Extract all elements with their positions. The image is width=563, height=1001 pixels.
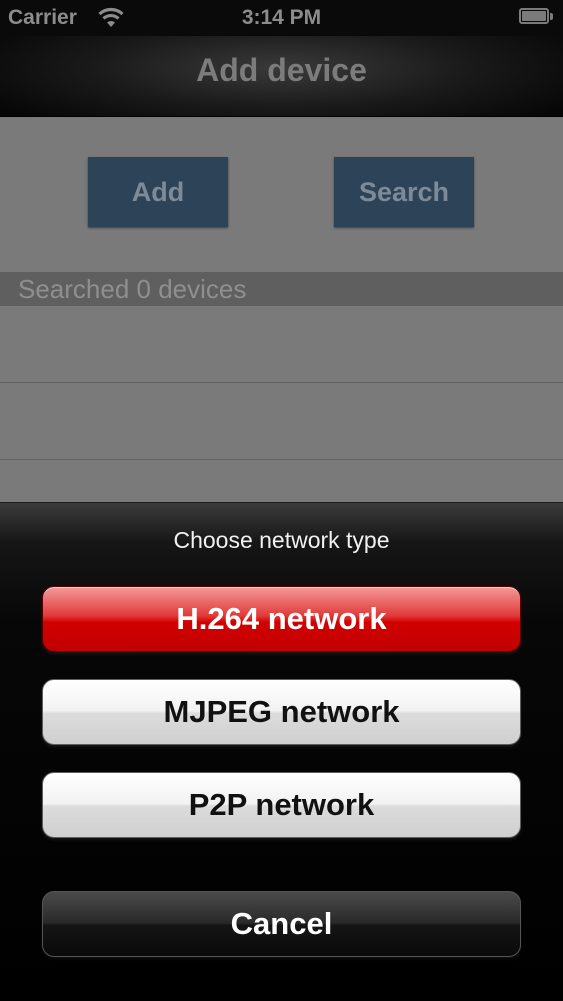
action-sheet-title: Choose network type <box>173 527 390 553</box>
h264-network-button[interactable]: H.264 network <box>42 586 521 652</box>
network-type-action-sheet: Choose network type H.264 network MJPEG … <box>0 502 563 1001</box>
search-button[interactable]: Search <box>334 157 474 227</box>
mjpeg-network-button[interactable]: MJPEG network <box>42 679 521 745</box>
p2p-network-button[interactable]: P2P network <box>42 772 521 838</box>
navigation-bar: Add device <box>0 36 563 117</box>
list-row <box>0 306 563 383</box>
page-title: Add device <box>196 52 367 88</box>
add-button[interactable]: Add <box>88 157 228 227</box>
main-content: Add Search Searched 0 devices <box>0 117 563 502</box>
list-row <box>0 383 563 460</box>
device-count-header: Searched 0 devices <box>0 272 563 306</box>
battery-icon <box>519 8 555 26</box>
status-bar: Carrier 3:14 PM <box>0 0 563 36</box>
cancel-button[interactable]: Cancel <box>42 891 521 957</box>
clock: 3:14 PM <box>241 6 322 29</box>
